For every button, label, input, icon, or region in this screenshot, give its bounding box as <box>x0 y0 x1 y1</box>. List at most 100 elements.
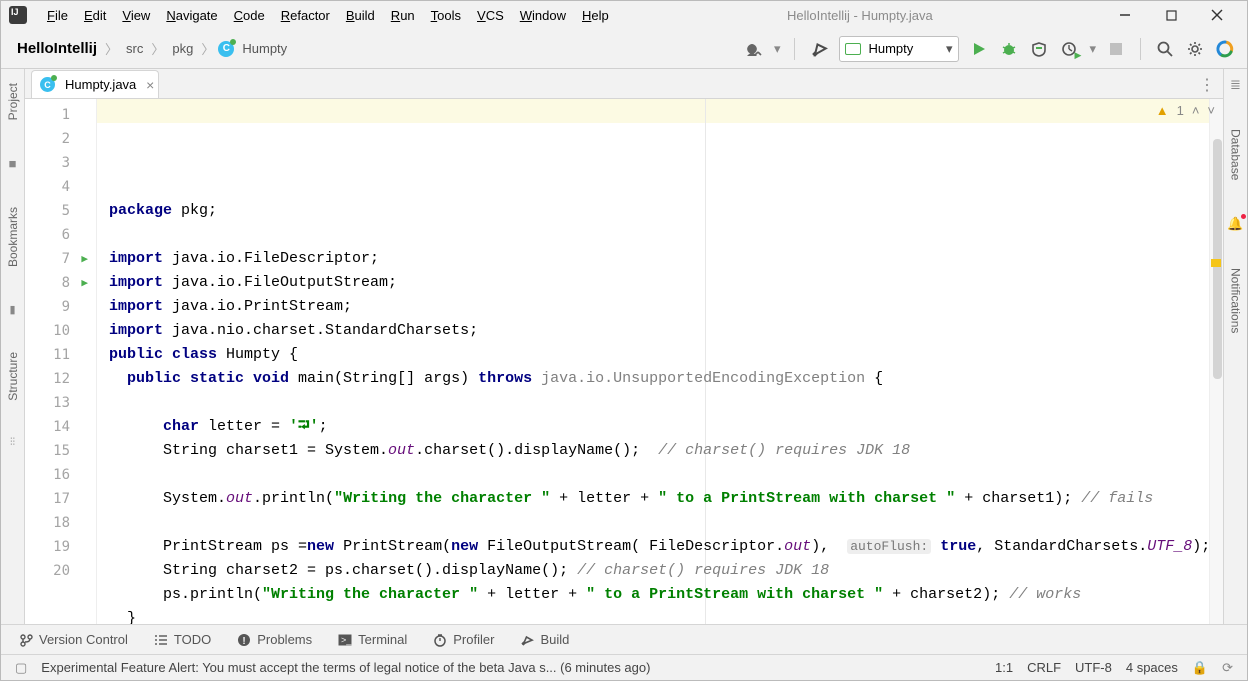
menu-navigate[interactable]: Navigate <box>158 6 225 25</box>
line-number[interactable]: 12 <box>25 367 90 391</box>
menu-code[interactable]: Code <box>226 6 273 25</box>
tool-notifications[interactable]: Notifications <box>1229 262 1243 339</box>
line-number[interactable]: 2 <box>25 127 90 151</box>
settings-button[interactable] <box>1185 39 1205 59</box>
code-line[interactable]: import java.io.FileOutputStream; <box>109 271 1223 295</box>
code-line[interactable]: char letter = '⮒'; <box>109 415 1223 439</box>
code-line[interactable]: package pkg; <box>109 199 1223 223</box>
maximize-button[interactable] <box>1149 1 1193 29</box>
status-message[interactable]: Experimental Feature Alert: You must acc… <box>41 660 981 675</box>
line-number[interactable]: 10 <box>25 319 90 343</box>
code-line[interactable]: PrintStream ps =new PrintStream(new File… <box>109 535 1223 559</box>
menu-window[interactable]: Window <box>512 6 574 25</box>
menu-edit[interactable]: Edit <box>76 6 114 25</box>
line-number[interactable]: 16 <box>25 463 90 487</box>
code-line[interactable] <box>109 463 1223 487</box>
bottom-tab-profiler[interactable]: Profiler <box>433 632 494 647</box>
line-number[interactable]: 3 <box>25 151 90 175</box>
line-number[interactable]: 5 <box>25 199 90 223</box>
tab-close-icon[interactable]: × <box>146 77 154 93</box>
tool-database[interactable]: Database <box>1229 123 1243 186</box>
bottom-tab-todo[interactable]: TODO <box>154 632 211 647</box>
code-line[interactable]: } <box>109 607 1223 624</box>
line-number[interactable]: 4 <box>25 175 90 199</box>
editor[interactable]: 1234567▶8▶91011121314151617181920 packag… <box>25 99 1223 624</box>
profile-button[interactable]: ▶ <box>1059 39 1079 59</box>
code-line[interactable]: ps.println("Writing the character " + le… <box>109 583 1223 607</box>
breadcrumb-class[interactable]: Humpty <box>238 39 291 58</box>
breadcrumb-root[interactable]: HelloIntellij <box>13 38 101 59</box>
tool-project[interactable]: Project <box>6 77 20 126</box>
line-number[interactable]: 11 <box>25 343 90 367</box>
status-caret[interactable]: 1:1 <box>995 660 1013 675</box>
status-eol[interactable]: CRLF <box>1027 660 1061 675</box>
menu-vcs[interactable]: VCS <box>469 6 512 25</box>
menu-refactor[interactable]: Refactor <box>273 6 338 25</box>
run-button[interactable] <box>969 39 989 59</box>
breadcrumb-pkg[interactable]: pkg <box>168 39 197 58</box>
line-number[interactable]: 13 <box>25 391 90 415</box>
code-line[interactable] <box>109 511 1223 535</box>
menu-view[interactable]: View <box>114 6 158 25</box>
bottom-tab-build[interactable]: Build <box>520 632 569 647</box>
minimize-button[interactable] <box>1103 1 1147 29</box>
status-indent[interactable]: 4 spaces <box>1126 660 1178 675</box>
line-number[interactable]: 14 <box>25 415 90 439</box>
inspection-widget[interactable]: ▲ 1 ˄ ˅ <box>1156 103 1215 118</box>
menu-tools[interactable]: Tools <box>423 6 469 25</box>
code-line[interactable] <box>109 223 1223 247</box>
search-button[interactable] <box>1155 39 1175 59</box>
coverage-button[interactable] <box>1029 39 1049 59</box>
code-area[interactable]: package pkg; import java.io.FileDescript… <box>97 99 1223 624</box>
menu-run[interactable]: Run <box>383 6 423 25</box>
code-line[interactable] <box>109 391 1223 415</box>
menu-build[interactable]: Build <box>338 6 383 25</box>
jetbrains-icon[interactable] <box>1215 39 1235 59</box>
close-button[interactable] <box>1195 1 1239 29</box>
chevron-up-icon[interactable]: ˄ <box>1192 103 1200 118</box>
build-icon[interactable] <box>809 39 829 59</box>
bottom-tab-version-control[interactable]: Version Control <box>19 632 128 647</box>
line-number[interactable]: 17 <box>25 487 90 511</box>
code-line[interactable]: import java.nio.charset.StandardCharsets… <box>109 319 1223 343</box>
warning-icon: ▲ <box>1156 103 1169 118</box>
tab-menu-icon[interactable]: ⋮ <box>1199 75 1215 95</box>
bottom-tab-problems[interactable]: !Problems <box>237 632 312 647</box>
line-number[interactable]: 19 <box>25 535 90 559</box>
editor-tab[interactable]: C Humpty.java × <box>31 70 159 98</box>
line-number[interactable]: 15 <box>25 439 90 463</box>
lock-icon[interactable]: 🔒 <box>1192 660 1208 676</box>
run-gutter-icon[interactable]: ▶ <box>81 247 88 271</box>
stop-button[interactable] <box>1106 39 1126 59</box>
gutter-line-numbers: 1234567▶8▶91011121314151617181920 <box>25 99 97 624</box>
code-line[interactable]: public static void main(String[] args) t… <box>109 367 1223 391</box>
line-number[interactable]: 20 <box>25 559 90 583</box>
code-line[interactable]: String charset1 = System.out.charset().d… <box>109 439 1223 463</box>
status-toggle-icon[interactable]: ▢ <box>15 660 27 676</box>
run-config-combo[interactable]: Humpty ▾ <box>839 36 959 62</box>
debug-button[interactable] <box>999 39 1019 59</box>
code-line[interactable]: public class Humpty { <box>109 343 1223 367</box>
line-number[interactable]: 7▶ <box>25 247 90 271</box>
run-gutter-icon[interactable]: ▶ <box>81 271 88 295</box>
bottom-tab-terminal[interactable]: >_Terminal <box>338 632 407 647</box>
chevron-down-icon[interactable]: ˅ <box>1207 103 1215 118</box>
menu-help[interactable]: Help <box>574 6 617 25</box>
line-number[interactable]: 6 <box>25 223 90 247</box>
breadcrumb-src[interactable]: src <box>122 39 147 58</box>
code-line[interactable]: String charset2 = ps.charset().displayNa… <box>109 559 1223 583</box>
code-line[interactable]: System.out.println("Writing the characte… <box>109 487 1223 511</box>
tool-structure[interactable]: Structure <box>6 346 20 407</box>
code-with-me-icon[interactable] <box>744 39 764 59</box>
line-number[interactable]: 8▶ <box>25 271 90 295</box>
menu-file[interactable]: File <box>39 6 76 25</box>
sync-icon[interactable]: ⟳ <box>1222 660 1233 676</box>
status-encoding[interactable]: UTF-8 <box>1075 660 1112 675</box>
tool-bookmarks[interactable]: Bookmarks <box>6 201 20 273</box>
code-line[interactable]: import java.io.FileDescriptor; <box>109 247 1223 271</box>
line-number[interactable]: 1 <box>25 103 90 127</box>
line-number[interactable]: 9 <box>25 295 90 319</box>
line-number[interactable]: 18 <box>25 511 90 535</box>
scroll-warning-marker[interactable] <box>1211 259 1221 267</box>
code-line[interactable]: import java.io.PrintStream; <box>109 295 1223 319</box>
